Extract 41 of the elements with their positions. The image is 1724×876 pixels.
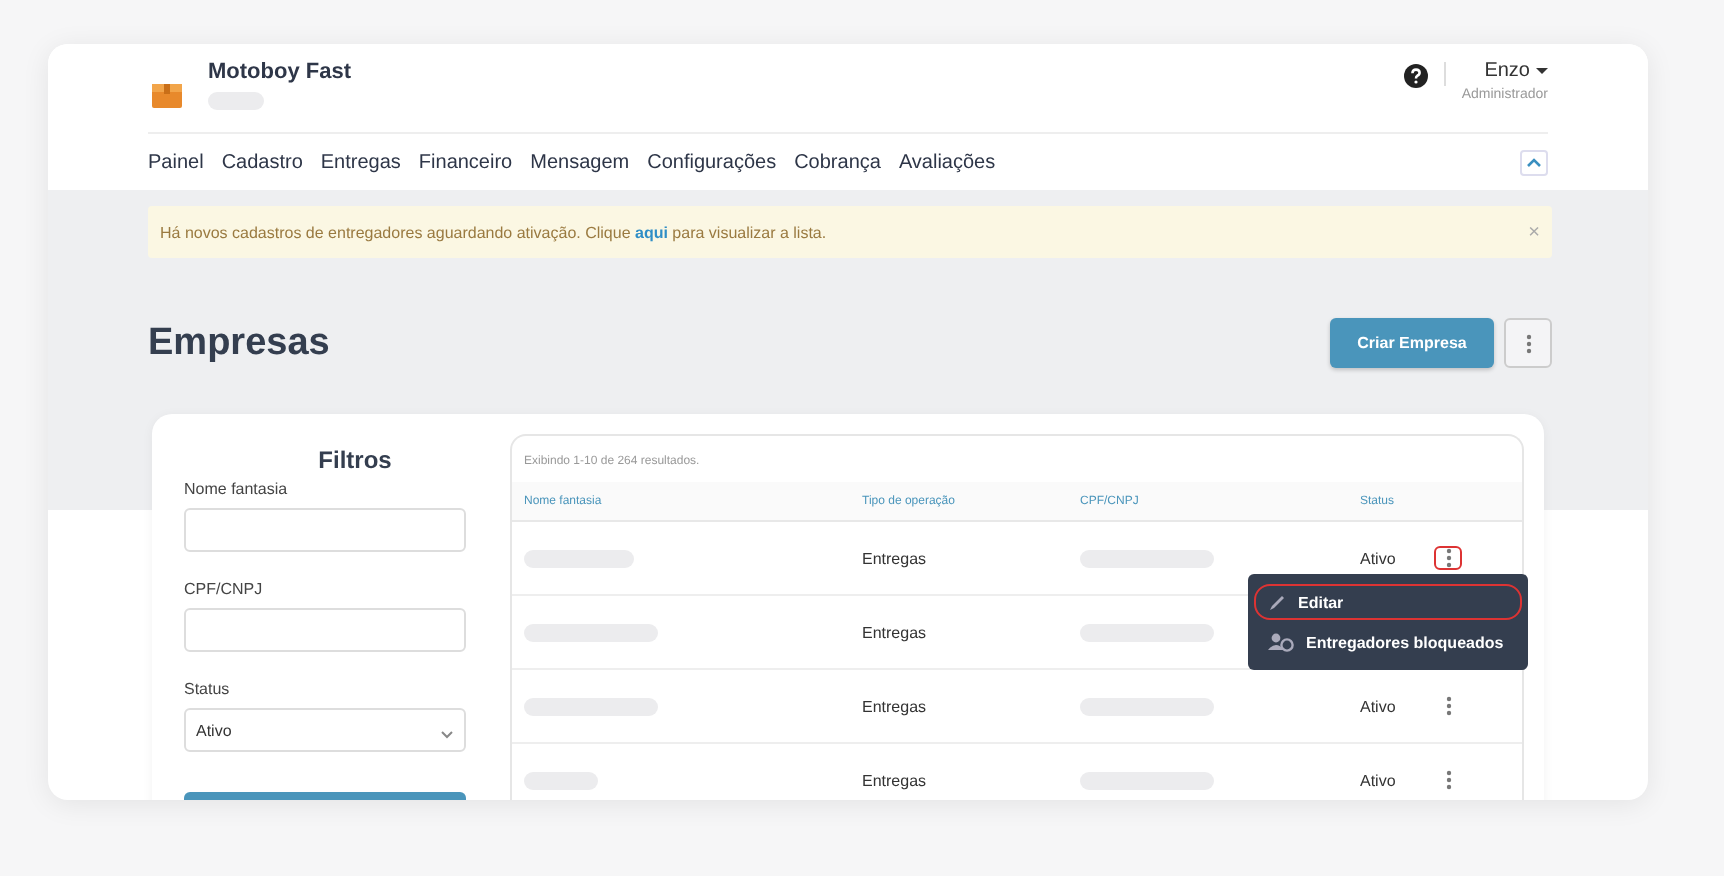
people-icon xyxy=(1268,632,1294,652)
kebab-icon xyxy=(1445,770,1451,790)
table-cell-text: Entregas xyxy=(862,623,929,641)
table-cell-text: Entregas xyxy=(862,771,929,789)
app-title: Motoboy Fast xyxy=(208,60,351,84)
kebab-icon xyxy=(1445,696,1451,716)
box-icon xyxy=(148,78,184,110)
filters-title: Filtros xyxy=(316,446,394,474)
chevron-down-icon xyxy=(440,729,454,739)
status-select[interactable]: Ativo xyxy=(184,708,466,752)
field-label: Nome fantasia xyxy=(184,480,290,498)
nav-link[interactable]: Painel xyxy=(148,151,204,173)
alert-message: Há novos cadastros de entregadores aguardando ativação. Clique aqui para visualizar a lista. xyxy=(160,223,827,241)
table-cell: Ativo xyxy=(1360,771,1396,789)
text-field[interactable] xyxy=(184,608,466,652)
page-title: Empresas xyxy=(148,321,330,365)
nav-link[interactable]: Financeiro xyxy=(418,151,513,173)
nav-link[interactable]: Mensagem xyxy=(530,151,630,173)
text-field[interactable] xyxy=(184,508,466,552)
chevron-up-icon xyxy=(1526,156,1542,168)
nav-link[interactable]: Avaliações xyxy=(898,151,996,173)
caret-icon xyxy=(1536,68,1548,74)
kebab-icon xyxy=(1525,333,1531,353)
table-cell-text: Entregas xyxy=(862,697,929,715)
help-icon[interactable] xyxy=(1403,62,1446,86)
menu-item[interactable]: Entregadores bloqueados xyxy=(1254,624,1522,660)
nav-link[interactable]: Entregas xyxy=(320,151,401,173)
table-cell: Ativo xyxy=(1360,549,1396,567)
row-actions-button[interactable] xyxy=(1434,546,1462,570)
field-label: CPF/CNPJ xyxy=(184,580,265,598)
table-cell-text: Entregas xyxy=(862,549,929,567)
user-menu[interactable]: Enzo xyxy=(1484,60,1548,82)
menu-item[interactable]: Editar xyxy=(1254,584,1522,620)
nav-link[interactable]: Cadastro xyxy=(221,151,303,173)
pencil-icon xyxy=(1268,593,1286,611)
collapse-button[interactable] xyxy=(1520,149,1548,175)
nav-link[interactable]: Cobrança xyxy=(794,151,881,173)
kebab-icon xyxy=(1445,548,1451,568)
table-cell: Ativo xyxy=(1360,697,1396,715)
field-label: Status xyxy=(184,680,232,698)
nav-link[interactable]: Configurações xyxy=(647,151,777,173)
